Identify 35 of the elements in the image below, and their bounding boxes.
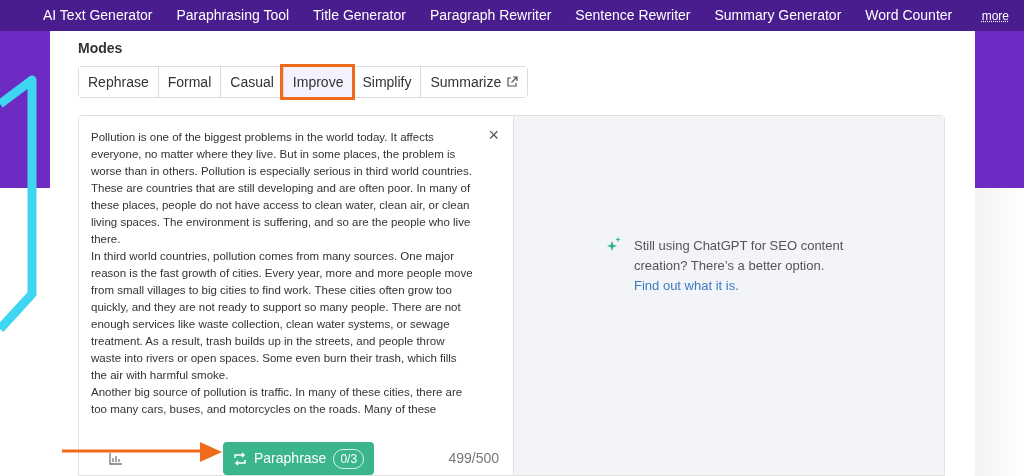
nav-link[interactable]: AI Text Generator [43, 5, 153, 26]
text-line: there. [91, 232, 121, 247]
sparkle-icon [606, 236, 622, 253]
clear-button[interactable]: × [488, 126, 499, 144]
text-line: treatment. As a result, trash builds up in the streets, and people throw [91, 334, 445, 349]
text-line: living spaces. The environment is suffering, and so are the people who live [91, 215, 471, 230]
text-line: these places, people do not have access to clean water, clean air, or clean [91, 198, 470, 213]
nav-link[interactable]: Sentence Rewriter [575, 5, 691, 26]
mode-tab[interactable]: Summarize [420, 67, 528, 97]
promo-text: Still using ChatGPT for SEO content creation? There’s a better option. [634, 236, 845, 275]
mode-tab[interactable]: Improve [282, 67, 353, 97]
text-line: too many cars, buses, and motorcycles on the roads. Many of these [91, 402, 437, 417]
text-line: enough services like waste collection, clean water systems, or sewage [91, 317, 450, 332]
text-line: In third world countries, pollution comes from many sources. One major [91, 249, 455, 264]
nav-link[interactable]: Paragraph Rewriter [429, 5, 552, 26]
text-line: worse than in others. Pollution is especially serious in third world countries. [91, 164, 472, 179]
promo-link[interactable]: Find out what it is. [634, 277, 739, 293]
text-line: the air with harmful smoke. [91, 368, 229, 383]
text-line: reason is the fast growth of cities. Every year, more and more people move [91, 266, 473, 281]
nav-link[interactable]: Word Counter [865, 5, 953, 26]
repeat-icon [233, 451, 247, 466]
character-count: 499/500 [448, 449, 499, 468]
more-link[interactable]: more [981, 6, 1009, 25]
text-line: Another big source of pollution is traffic. In many of these cities, there are [91, 385, 463, 400]
text-line: quickly, and they are not ready to support so many people. There are not [91, 300, 461, 315]
chart-icon [109, 452, 123, 465]
text-line: waste into rivers or open spaces. Some even burn their trash, which fills [91, 351, 457, 366]
text-line: everyone, no matter where they live. But in some places, the problem is [91, 147, 456, 162]
nav-link[interactable]: Summary Generator [714, 5, 842, 26]
text-line: Pollution is one of the biggest problems in the world today. It affects [91, 130, 434, 145]
text-line: from small villages to big cities to find work. These cities often grow too [91, 283, 452, 298]
text-line: These are countries that are still developing and are often poor. In many of [91, 181, 471, 196]
modes-label: Modes [78, 39, 124, 58]
nav-link[interactable]: Title Generator [313, 5, 406, 26]
nav-link[interactable]: Paraphrasing Tool [176, 5, 290, 26]
